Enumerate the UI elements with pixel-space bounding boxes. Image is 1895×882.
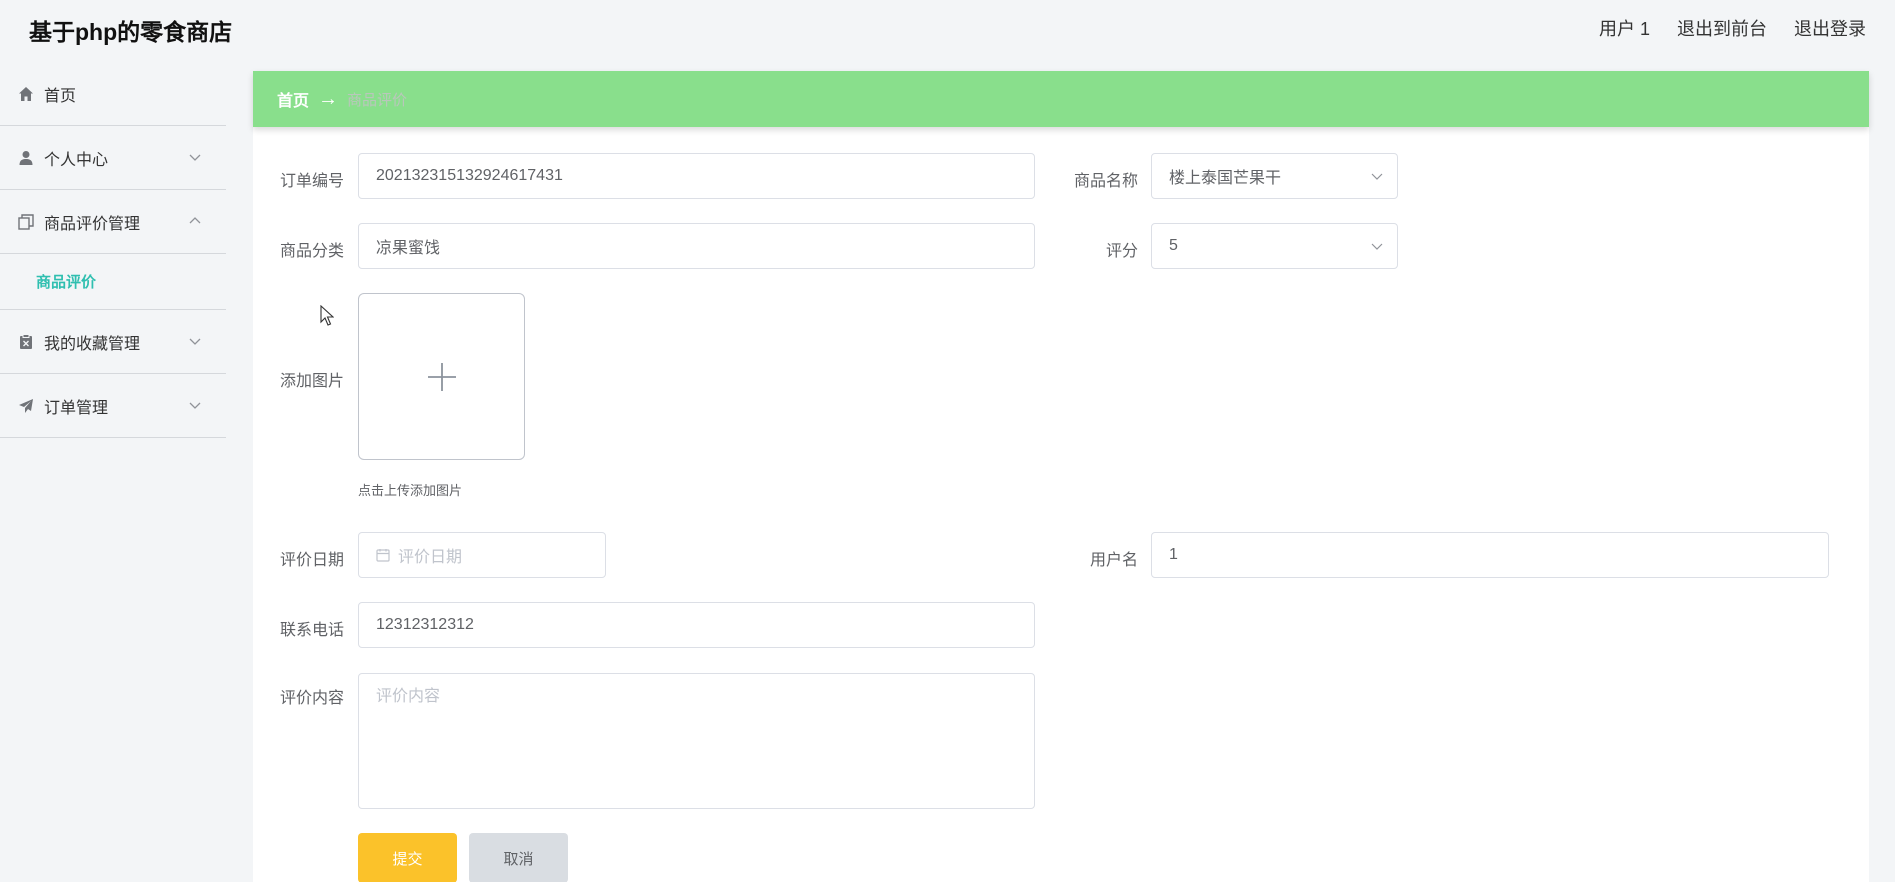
home-icon	[18, 86, 34, 102]
sidebar-item-label: 我的收藏管理	[44, 335, 141, 353]
rating-label: 评分	[1106, 243, 1139, 260]
username-value: 1	[1169, 546, 1178, 563]
username-label: 用户名	[1090, 552, 1139, 569]
breadcrumb: 首页 → 商品评价	[253, 71, 1869, 127]
review-date-label: 评价日期	[280, 552, 345, 569]
sidebar-item-personal-center[interactable]: 个人中心	[0, 126, 226, 190]
sidebar-subitem-product-review[interactable]: 商品评价	[0, 254, 226, 310]
product-name-label: 商品名称	[1074, 173, 1139, 190]
chevron-up-icon	[189, 217, 201, 224]
chevron-down-icon	[189, 338, 201, 345]
review-date-picker[interactable]: 评价日期	[358, 532, 606, 578]
order-number-field[interactable]: 20213231513292461743​1	[358, 153, 1035, 199]
calendar-icon	[376, 549, 390, 562]
username-field[interactable]: 1	[1151, 532, 1829, 578]
phone-value: 12312312312	[376, 616, 474, 633]
review-content-textarea[interactable]	[358, 673, 1035, 809]
app-title: 基于php的零食商店	[29, 19, 233, 45]
arrow-right-icon: →	[318, 87, 339, 110]
sidebar-item-home[interactable]: 首页	[0, 62, 226, 126]
category-value: 凉果蜜饯	[376, 240, 441, 257]
upload-hint: 点击上传添加图片	[358, 483, 463, 498]
sidebar: 首页 个人中心 商品评价管理 商品评价 我的收藏管理 订单管理	[0, 62, 226, 882]
current-user-label: 用户 1	[1598, 19, 1650, 39]
plus-icon	[428, 363, 456, 391]
add-image-label: 添加图片	[280, 373, 345, 390]
header-links: 用户 1 退出到前台 退出登录	[1599, 15, 1866, 41]
sidebar-item-order-management[interactable]: 订单管理	[0, 374, 226, 438]
review-content-label: 评价内容	[280, 690, 345, 707]
logout-link[interactable]: 退出登录	[1794, 15, 1866, 41]
sidebar-item-label: 首页	[44, 87, 77, 105]
rating-select[interactable]: 5	[1151, 223, 1398, 269]
image-upload-box[interactable]	[358, 293, 525, 460]
phone-field[interactable]: 12312312312	[358, 602, 1035, 648]
sidebar-item-label: 订单管理	[44, 399, 109, 417]
main-content: 首页 → 商品评价 订单编号 20213231513292461743​1 商品…	[253, 71, 1869, 882]
chevron-down-icon	[189, 402, 201, 409]
clipboard-icon	[18, 333, 34, 350]
chevron-down-icon	[1371, 243, 1383, 250]
send-icon	[18, 398, 34, 414]
order-number-value: 20213231513292461743​1	[376, 167, 563, 184]
submit-button[interactable]: 提交	[358, 833, 457, 882]
product-name-value: 楼上泰国芒果干	[1169, 170, 1282, 187]
rating-value: 5	[1169, 237, 1178, 254]
sidebar-item-label: 商品评价管理	[44, 215, 141, 233]
breadcrumb-home-link[interactable]: 首页	[277, 87, 309, 111]
phone-label: 联系电话	[280, 622, 345, 639]
category-field[interactable]: 凉果蜜饯	[358, 223, 1035, 269]
breadcrumb-current: 商品评价	[347, 91, 408, 109]
sidebar-item-review-management[interactable]: 商品评价管理	[0, 190, 226, 254]
sidebar-item-label: 个人中心	[44, 151, 109, 169]
order-number-label: 订单编号	[280, 173, 345, 190]
sidebar-subitem-label: 商品评价	[36, 274, 97, 291]
user-icon	[18, 150, 34, 166]
top-bar: 基于php的零食商店 用户 1 退出到前台 退出登录	[0, 0, 1895, 54]
chevron-down-icon	[1371, 173, 1383, 180]
category-label: 商品分类	[280, 243, 345, 260]
exit-to-front-link[interactable]: 退出到前台	[1677, 15, 1767, 41]
product-name-select[interactable]: 楼上泰国芒果干	[1151, 153, 1398, 199]
sidebar-item-favorites-management[interactable]: 我的收藏管理	[0, 310, 226, 374]
copy-icon	[18, 213, 34, 230]
cancel-button[interactable]: 取消	[469, 833, 568, 882]
review-date-placeholder: 评价日期	[398, 549, 463, 566]
mouse-cursor-icon	[320, 305, 334, 326]
chevron-down-icon	[189, 154, 201, 161]
